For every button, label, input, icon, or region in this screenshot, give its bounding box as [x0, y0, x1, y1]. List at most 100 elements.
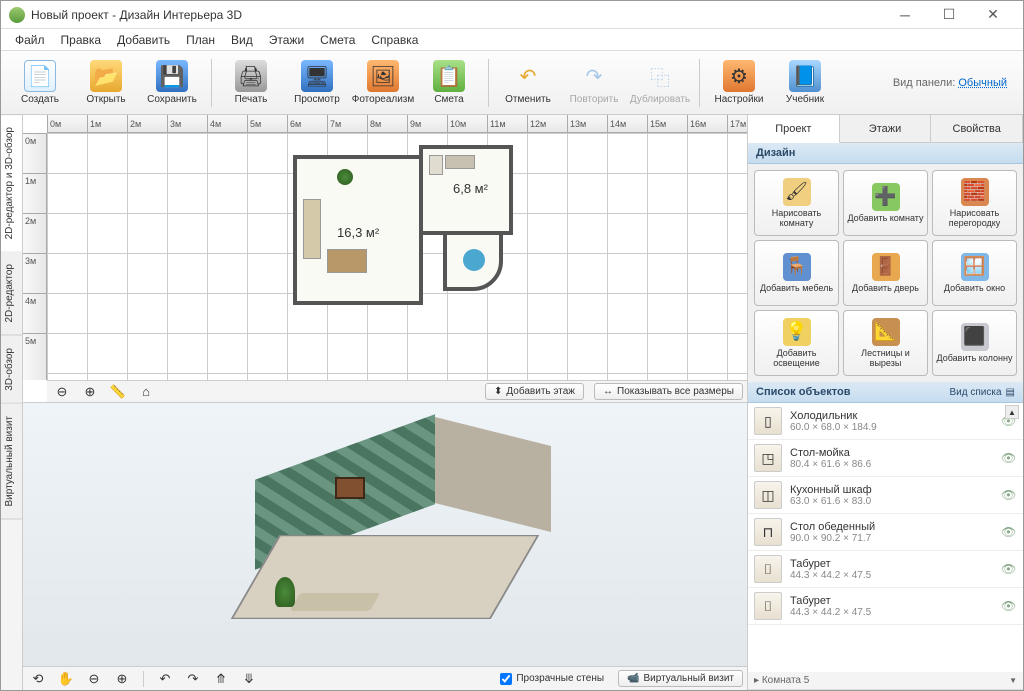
tilt-left-icon[interactable]: ↶: [154, 670, 176, 688]
toolbar-просмотр[interactable]: 🖥Просмотр: [285, 54, 349, 112]
object-row[interactable]: ⌷Табурет44.3 × 44.2 × 47.5👁: [748, 588, 1023, 625]
room-bath[interactable]: [443, 231, 503, 291]
visibility-icon[interactable]: 👁: [1001, 599, 1017, 613]
pan-icon[interactable]: ✋: [55, 670, 77, 688]
right-tab-свойства[interactable]: Свойства: [931, 115, 1023, 142]
toolbar-создать[interactable]: 📄Создать: [8, 54, 72, 112]
toolbar-дублировать: ⿻Дублировать: [628, 54, 692, 112]
right-tab-проект[interactable]: Проект: [748, 115, 840, 143]
workarea: 0м1м2м3м4м5м6м7м8м9м10м11м12м13м14м15м16…: [23, 115, 747, 690]
design-button-grid: 🖌Нарисовать комнату➕Добавить комнату🧱Нар…: [748, 164, 1023, 382]
menu-файл[interactable]: Файл: [7, 31, 53, 49]
tilt-up-icon[interactable]: ⤊: [210, 670, 232, 688]
zoom-in-icon[interactable]: ⊕: [79, 383, 101, 401]
objects-section-header: Список объектов Вид списка▤: [748, 382, 1023, 403]
tilt-down-icon[interactable]: ⤋: [238, 670, 260, 688]
transparent-walls-checkbox[interactable]: Прозрачные стены: [500, 673, 604, 685]
toolbar-повторить: ↷Повторить: [562, 54, 626, 112]
fridge[interactable]: [429, 155, 443, 175]
sidetab-3[interactable]: Виртуальный визит: [1, 404, 22, 520]
counter[interactable]: [445, 155, 475, 169]
virtual-visit-button[interactable]: 📹 Виртуальный визит: [618, 670, 743, 687]
menu-правка[interactable]: Правка: [53, 31, 110, 49]
show-dimensions-button[interactable]: ↔Показывать все размеры: [594, 383, 743, 400]
side-tabs: 2D-редактор и 3D-обзор2D-редактор3D-обзо…: [1, 115, 23, 690]
toolbar-настройки[interactable]: ⚙Настройки: [707, 54, 771, 112]
design-добавить-дверь[interactable]: 🚪Добавить дверь: [843, 240, 928, 306]
design-лестницы-и-вырезы[interactable]: 📐Лестницы и вырезы: [843, 310, 928, 376]
measure-icon[interactable]: 📏: [107, 383, 129, 401]
object-row[interactable]: ⌷Табурет44.3 × 44.2 × 47.5👁: [748, 551, 1023, 588]
scroll-down-icon[interactable]: ▼: [1009, 676, 1017, 685]
toolbar-смета[interactable]: 📋Смета: [417, 54, 481, 112]
design-добавить-мебель[interactable]: 🪑Добавить мебель: [754, 240, 839, 306]
toolbar-сохранить[interactable]: 💾Сохранить: [140, 54, 204, 112]
visibility-icon[interactable]: 👁: [1001, 562, 1017, 576]
toolbar-фотореализм[interactable]: 🖼Фотореализм: [351, 54, 415, 112]
plant-icon[interactable]: [337, 169, 353, 185]
add-floor-button[interactable]: ⬍Добавить этаж: [485, 383, 584, 400]
design-добавить-освещение[interactable]: 💡Добавить освещение: [754, 310, 839, 376]
menu-добавить[interactable]: Добавить: [109, 31, 178, 49]
object-dimensions: 44.3 × 44.2 × 47.5: [790, 570, 1001, 581]
design-icon: ⬛: [961, 323, 989, 351]
right-tab-этажи[interactable]: Этажи: [840, 115, 932, 142]
iso-wall-back: [431, 416, 551, 532]
object-row[interactable]: ⊓Стол обеденный90.0 × 90.2 × 71.7👁: [748, 514, 1023, 551]
zoom-in-3d-icon[interactable]: ⊕: [111, 670, 133, 688]
печать-icon: 🖨: [235, 60, 267, 92]
room-area-label-2: 6,8 м²: [453, 181, 488, 197]
tilt-right-icon[interactable]: ↷: [182, 670, 204, 688]
ruler-vertical: 0м1м2м3м4м5м: [23, 133, 47, 380]
visibility-icon[interactable]: 👁: [1001, 451, 1017, 465]
menu-справка[interactable]: Справка: [363, 31, 426, 49]
object-dimensions: 60.0 × 68.0 × 184.9: [790, 422, 1001, 433]
object-row[interactable]: ▯Холодильник60.0 × 68.0 × 184.9👁: [748, 403, 1023, 440]
menu-вид[interactable]: Вид: [223, 31, 261, 49]
design-нарисовать-перегородку[interactable]: 🧱Нарисовать перегородку: [932, 170, 1017, 236]
minimize-button[interactable]: ─: [883, 1, 927, 29]
menu-смета[interactable]: Смета: [312, 31, 363, 49]
menu-этажи[interactable]: Этажи: [261, 31, 312, 49]
panel-view-link[interactable]: Обычный: [958, 77, 1007, 89]
object-row[interactable]: ◫Кухонный шкаф63.0 × 61.6 × 83.0👁: [748, 477, 1023, 514]
sidetab-1[interactable]: 2D-редактор: [1, 252, 22, 336]
list-view-option[interactable]: Вид списка▤: [950, 387, 1015, 398]
zoom-out-3d-icon[interactable]: ⊖: [83, 670, 105, 688]
object-name: Холодильник: [790, 410, 1001, 422]
object-thumb-icon: ◫: [754, 481, 782, 509]
rotate360-icon[interactable]: ⟲: [27, 670, 49, 688]
home-icon[interactable]: ⌂: [135, 383, 157, 401]
scroll-up-icon[interactable]: ▲: [1005, 405, 1019, 419]
sofa[interactable]: [303, 199, 321, 259]
sidetab-0[interactable]: 2D-редактор и 3D-обзор: [1, 115, 22, 252]
visibility-icon[interactable]: 👁: [1001, 488, 1017, 502]
toolbar-учебник[interactable]: 📘Учебник: [773, 54, 837, 112]
visibility-icon[interactable]: 👁: [1001, 525, 1017, 539]
menu-план[interactable]: План: [178, 31, 223, 49]
view-3d[interactable]: ⟲ ✋ ⊖ ⊕ ↶ ↷ ⤊ ⤋ Прозрачные стены 📹 В: [23, 403, 747, 690]
toolbar-печать[interactable]: 🖨Печать: [219, 54, 283, 112]
maximize-button[interactable]: ☐: [927, 1, 971, 29]
room-kitchen[interactable]: 6,8 м²: [419, 145, 513, 235]
object-dimensions: 80.4 × 61.6 × 86.6: [790, 459, 1001, 470]
plan-view-2d[interactable]: 0м1м2м3м4м5м6м7м8м9м10м11м12м13м14м15м16…: [23, 115, 747, 403]
toolbar-открыть[interactable]: 📂Открыть: [74, 54, 138, 112]
panel-view-info: Вид панели: Обычный: [893, 77, 1017, 89]
design-добавить-окно[interactable]: 🪟Добавить окно: [932, 240, 1017, 306]
table[interactable]: [327, 249, 367, 273]
object-row[interactable]: ◳Стол-мойка80.4 × 61.6 × 86.6👁: [748, 440, 1023, 477]
iso-model[interactable]: [195, 427, 575, 667]
object-list[interactable]: ▲ ▯Холодильник60.0 × 68.0 × 184.9👁◳Стол-…: [748, 403, 1023, 672]
bath-fixture[interactable]: [463, 249, 485, 271]
design-добавить-комнату[interactable]: ➕Добавить комнату: [843, 170, 928, 236]
close-button[interactable]: ✕: [971, 1, 1015, 29]
design-добавить-колонну[interactable]: ⬛Добавить колонну: [932, 310, 1017, 376]
design-icon: 🧱: [961, 178, 989, 206]
floorplan[interactable]: 16,3 м² 6,8 м²: [293, 145, 513, 335]
sidetab-2[interactable]: 3D-обзор: [1, 336, 22, 404]
room-main[interactable]: 16,3 м²: [293, 155, 423, 305]
design-нарисовать-комнату[interactable]: 🖌Нарисовать комнату: [754, 170, 839, 236]
toolbar-отменить[interactable]: ↶Отменить: [496, 54, 560, 112]
zoom-out-icon[interactable]: ⊖: [51, 383, 73, 401]
